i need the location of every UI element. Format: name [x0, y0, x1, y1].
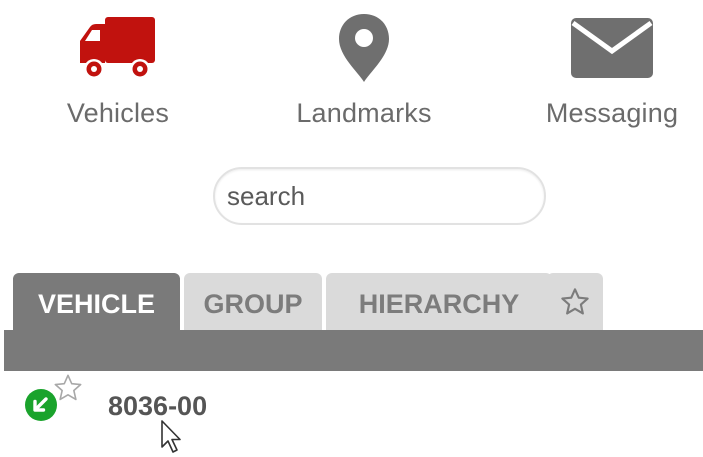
search-input[interactable]	[213, 167, 546, 225]
nav-messaging[interactable]: Messaging	[527, 8, 697, 138]
tab-hierarchy[interactable]: HIERARCHY	[326, 273, 552, 331]
star-icon	[561, 288, 589, 315]
vehicle-list-item[interactable]: 8036-00	[0, 372, 703, 442]
tab-favorites[interactable]	[547, 273, 603, 331]
nav-messaging-label: Messaging	[545, 98, 679, 128]
nav-vehicles-label: Vehicles	[66, 98, 170, 128]
tab-content-header	[4, 330, 703, 371]
envelope-icon	[571, 18, 653, 78]
nav-landmarks[interactable]: Landmarks	[279, 8, 449, 138]
tab-vehicle[interactable]: VEHICLE	[13, 273, 180, 331]
map-pin-icon	[339, 14, 389, 82]
vehicle-name: 8036-00	[108, 391, 208, 421]
favorite-star-icon[interactable]	[52, 372, 84, 404]
nav-vehicles[interactable]: Vehicles	[33, 8, 203, 138]
tab-group[interactable]: GROUP	[184, 273, 322, 331]
truck-icon	[80, 17, 155, 79]
nav-landmarks-label: Landmarks	[296, 98, 432, 128]
